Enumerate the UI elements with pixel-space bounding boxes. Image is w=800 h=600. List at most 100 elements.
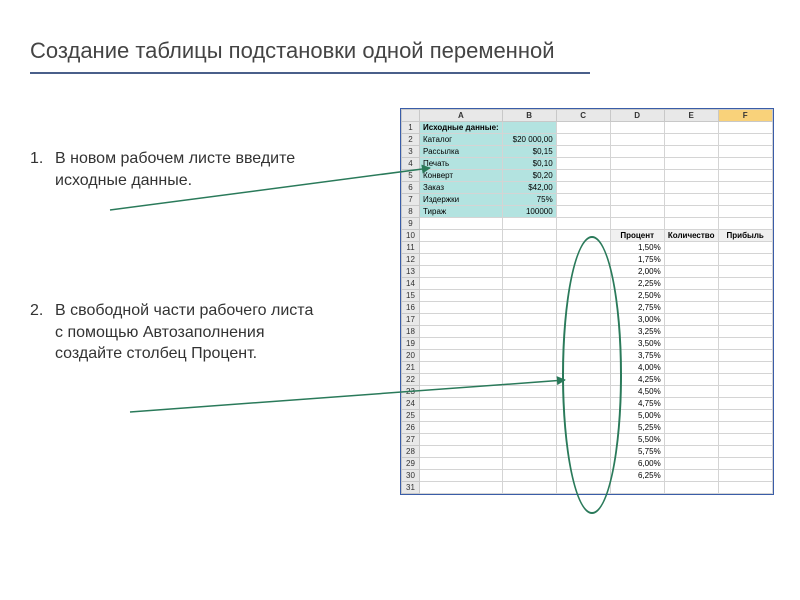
cell-D25[interactable]: 5,00% bbox=[610, 410, 664, 422]
cell-E4[interactable] bbox=[664, 158, 718, 170]
cell-A17[interactable] bbox=[420, 314, 503, 326]
cell-E30[interactable] bbox=[664, 470, 718, 482]
column-header-C[interactable]: C bbox=[556, 110, 610, 122]
cell-A13[interactable] bbox=[420, 266, 503, 278]
cell-F29[interactable] bbox=[718, 458, 772, 470]
cell-E15[interactable] bbox=[664, 290, 718, 302]
cell-D3[interactable] bbox=[610, 146, 664, 158]
cell-D28[interactable]: 5,75% bbox=[610, 446, 664, 458]
cell-C7[interactable] bbox=[556, 194, 610, 206]
cell-C11[interactable] bbox=[556, 242, 610, 254]
cell-C21[interactable] bbox=[556, 362, 610, 374]
cell-E9[interactable] bbox=[664, 218, 718, 230]
cell-A6[interactable]: Заказ bbox=[420, 182, 503, 194]
cell-F30[interactable] bbox=[718, 470, 772, 482]
cell-C13[interactable] bbox=[556, 266, 610, 278]
row-header-15[interactable]: 15 bbox=[402, 290, 420, 302]
row-header-19[interactable]: 19 bbox=[402, 338, 420, 350]
cell-D29[interactable]: 6,00% bbox=[610, 458, 664, 470]
cell-C8[interactable] bbox=[556, 206, 610, 218]
cell-F3[interactable] bbox=[718, 146, 772, 158]
row-header-17[interactable]: 17 bbox=[402, 314, 420, 326]
cell-A23[interactable] bbox=[420, 386, 503, 398]
cell-E8[interactable] bbox=[664, 206, 718, 218]
cell-C14[interactable] bbox=[556, 278, 610, 290]
row-header-28[interactable]: 28 bbox=[402, 446, 420, 458]
row-header-11[interactable]: 11 bbox=[402, 242, 420, 254]
row-header-6[interactable]: 6 bbox=[402, 182, 420, 194]
cell-F7[interactable] bbox=[718, 194, 772, 206]
cell-E28[interactable] bbox=[664, 446, 718, 458]
cell-C4[interactable] bbox=[556, 158, 610, 170]
cell-F19[interactable] bbox=[718, 338, 772, 350]
row-header-24[interactable]: 24 bbox=[402, 398, 420, 410]
cell-B31[interactable] bbox=[502, 482, 556, 494]
corner-cell[interactable] bbox=[402, 110, 420, 122]
cell-F15[interactable] bbox=[718, 290, 772, 302]
cell-A11[interactable] bbox=[420, 242, 503, 254]
column-header-A[interactable]: A bbox=[420, 110, 503, 122]
cell-B10[interactable] bbox=[502, 230, 556, 242]
row-header-9[interactable]: 9 bbox=[402, 218, 420, 230]
row-header-12[interactable]: 12 bbox=[402, 254, 420, 266]
cell-C17[interactable] bbox=[556, 314, 610, 326]
row-header-20[interactable]: 20 bbox=[402, 350, 420, 362]
cell-D2[interactable] bbox=[610, 134, 664, 146]
cell-D22[interactable]: 4,25% bbox=[610, 374, 664, 386]
row-header-31[interactable]: 31 bbox=[402, 482, 420, 494]
cell-B19[interactable] bbox=[502, 338, 556, 350]
cell-B24[interactable] bbox=[502, 398, 556, 410]
cell-A31[interactable] bbox=[420, 482, 503, 494]
row-header-30[interactable]: 30 bbox=[402, 470, 420, 482]
cell-E5[interactable] bbox=[664, 170, 718, 182]
cell-A22[interactable] bbox=[420, 374, 503, 386]
row-header-27[interactable]: 27 bbox=[402, 434, 420, 446]
cell-F13[interactable] bbox=[718, 266, 772, 278]
cell-C23[interactable] bbox=[556, 386, 610, 398]
row-header-26[interactable]: 26 bbox=[402, 422, 420, 434]
cell-C25[interactable] bbox=[556, 410, 610, 422]
cell-A18[interactable] bbox=[420, 326, 503, 338]
cell-E3[interactable] bbox=[664, 146, 718, 158]
cell-D14[interactable]: 2,25% bbox=[610, 278, 664, 290]
cell-D24[interactable]: 4,75% bbox=[610, 398, 664, 410]
cell-B4[interactable]: $0,10 bbox=[502, 158, 556, 170]
cell-A26[interactable] bbox=[420, 422, 503, 434]
cell-C22[interactable] bbox=[556, 374, 610, 386]
cell-D15[interactable]: 2,50% bbox=[610, 290, 664, 302]
cell-D4[interactable] bbox=[610, 158, 664, 170]
column-header-E[interactable]: E bbox=[664, 110, 718, 122]
cell-E18[interactable] bbox=[664, 326, 718, 338]
cell-E17[interactable] bbox=[664, 314, 718, 326]
cell-A24[interactable] bbox=[420, 398, 503, 410]
cell-B17[interactable] bbox=[502, 314, 556, 326]
cell-D9[interactable] bbox=[610, 218, 664, 230]
cell-C19[interactable] bbox=[556, 338, 610, 350]
cell-F18[interactable] bbox=[718, 326, 772, 338]
cell-E19[interactable] bbox=[664, 338, 718, 350]
cell-A3[interactable]: Рассылка bbox=[420, 146, 503, 158]
cell-E24[interactable] bbox=[664, 398, 718, 410]
cell-C30[interactable] bbox=[556, 470, 610, 482]
cell-F5[interactable] bbox=[718, 170, 772, 182]
cell-E31[interactable] bbox=[664, 482, 718, 494]
cell-E22[interactable] bbox=[664, 374, 718, 386]
cell-B25[interactable] bbox=[502, 410, 556, 422]
cell-B29[interactable] bbox=[502, 458, 556, 470]
cell-F22[interactable] bbox=[718, 374, 772, 386]
cell-F27[interactable] bbox=[718, 434, 772, 446]
cell-E2[interactable] bbox=[664, 134, 718, 146]
cell-F16[interactable] bbox=[718, 302, 772, 314]
cell-F20[interactable] bbox=[718, 350, 772, 362]
cell-A16[interactable] bbox=[420, 302, 503, 314]
cell-A21[interactable] bbox=[420, 362, 503, 374]
cell-A28[interactable] bbox=[420, 446, 503, 458]
row-header-2[interactable]: 2 bbox=[402, 134, 420, 146]
cell-A14[interactable] bbox=[420, 278, 503, 290]
cell-B30[interactable] bbox=[502, 470, 556, 482]
cell-B2[interactable]: $20 000,00 bbox=[502, 134, 556, 146]
cell-C29[interactable] bbox=[556, 458, 610, 470]
cell-F24[interactable] bbox=[718, 398, 772, 410]
cell-B13[interactable] bbox=[502, 266, 556, 278]
cell-B21[interactable] bbox=[502, 362, 556, 374]
